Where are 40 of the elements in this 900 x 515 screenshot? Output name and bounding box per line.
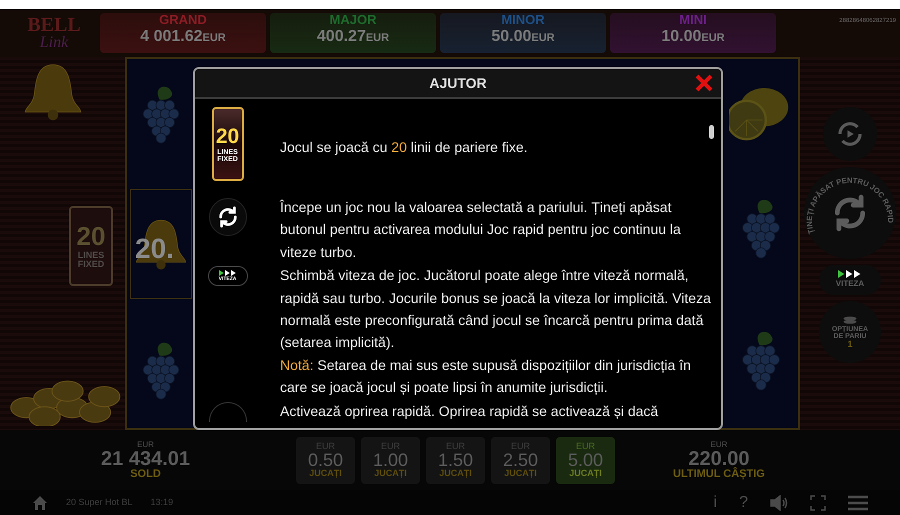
jackpot-amount: 10.00EUR: [661, 27, 725, 47]
jackpot-name: MINOR: [501, 13, 545, 27]
lines-badge: 20 LINES FIXED: [69, 206, 113, 286]
home-icon: [32, 494, 48, 510]
jackpot-amount: 4 001.62EUR: [140, 27, 226, 47]
jackpot-name: MINI: [679, 13, 707, 27]
game-name: 20 Super Hot BL: [66, 496, 133, 509]
fullscreen-button[interactable]: [810, 494, 826, 510]
close-button[interactable]: [693, 72, 715, 94]
sound-button[interactable]: [770, 494, 788, 510]
fast-forward-icon: [838, 270, 862, 278]
help-text: Activează oprirea rapidă. Oprirea rapidă se activează și dacă: [280, 402, 660, 421]
menu-button[interactable]: [848, 494, 868, 510]
home-button[interactable]: [32, 494, 48, 510]
clock: 13:19: [150, 496, 174, 509]
info-button[interactable]: i: [714, 490, 718, 514]
jackpot-name: GRAND: [159, 13, 207, 27]
speed-button[interactable]: VITEZA: [819, 265, 881, 295]
fast-forward-icon: [218, 270, 236, 276]
balance-display: EUR 21 434.01 SOLD: [100, 440, 191, 480]
speaker-icon: [770, 494, 788, 510]
jackpot-amount: 400.27EUR: [316, 27, 390, 47]
fullscreen-icon: [810, 494, 826, 510]
help-text: Jocul se joacă cu 20 linii de pariere fixe.: [280, 138, 528, 157]
help-button[interactable]: ?: [739, 490, 748, 514]
menu-icon: [848, 494, 868, 510]
last-win-display: EUR 220.00 ULTIMUL CÂȘTIG: [673, 440, 765, 480]
dialog-title: AJUTOR: [429, 74, 487, 92]
refresh-icon: [216, 206, 238, 228]
help-text: Începe un joc nou la valoarea selectată a pariului. Țineți apăsat butonul pentru activarea modului Joc rapid pentru joc continuu la viteze turbo.: [280, 198, 682, 262]
help-text: Schimbă viteza de joc. Jucătorul poate alege între viteză normală, rapidă sau turbo. Jocurile bonus se joacă la viteza lor implicită. Viteza normală este preconfigurată când jocul se încarcă pentru prima dată (setarea implicită).: [280, 266, 712, 352]
game-logo: BELL Link: [26, 15, 82, 51]
jackpot-amount: 50.00EUR: [491, 27, 555, 47]
jackpot-name: MAJOR: [330, 13, 376, 27]
scrollbar-thumb[interactable]: [709, 125, 714, 139]
chips-icon: [842, 316, 858, 326]
close-icon: [694, 73, 714, 93]
win-amount: 20.: [135, 232, 174, 266]
bet-button[interactable]: EUR 5.00 JUCAȚI: [556, 436, 615, 484]
note-text: Notă: Setarea de mai sus este supusă dispozițiilor din jurisdicția în care se joacă jocul și poate lipsi în anumite jurisdicții.: [280, 356, 692, 398]
